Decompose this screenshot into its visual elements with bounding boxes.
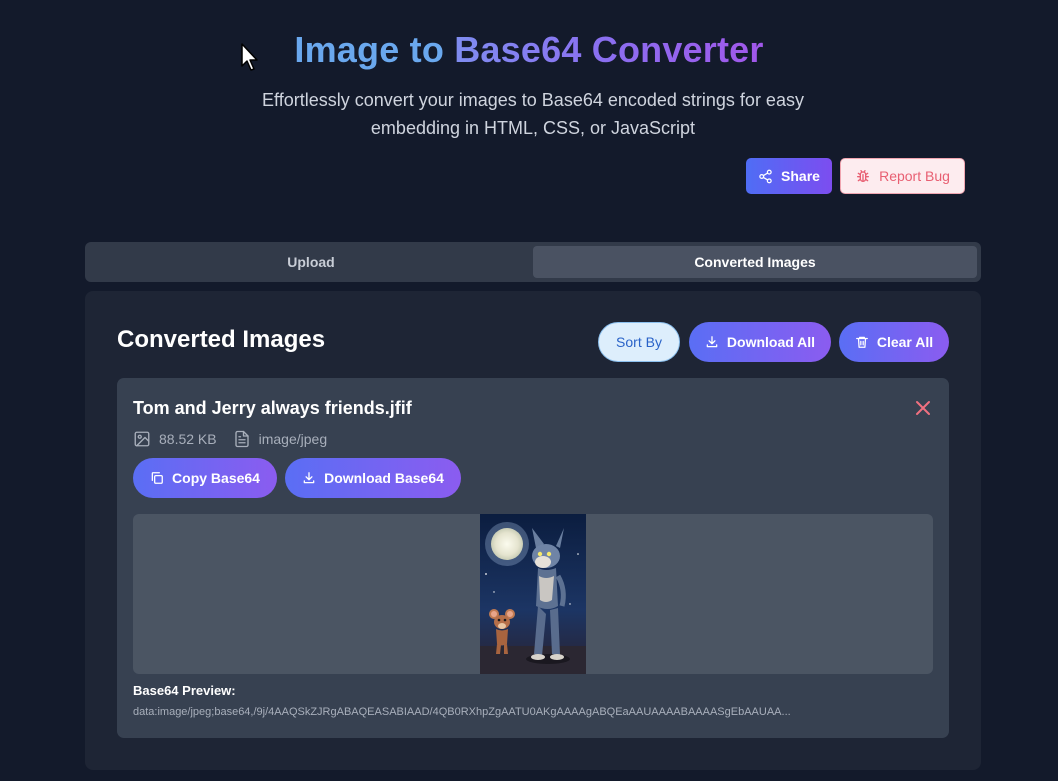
sort-by-button[interactable]: Sort By (598, 322, 680, 362)
title-part1: Image to (294, 29, 445, 70)
image-size: 88.52 KB (159, 431, 217, 447)
image-thumbnail (480, 514, 586, 674)
share-label: Share (781, 168, 820, 184)
page-title: Image to Base64 Converter (0, 28, 1058, 72)
bug-icon (857, 170, 870, 182)
image-icon (134, 431, 150, 447)
share-icon (759, 169, 772, 183)
download-all-label: Download All (726, 334, 816, 350)
image-card: Tom and Jerry always friends.jfif 88.52 … (117, 378, 949, 738)
report-bug-label: Report Bug (879, 168, 950, 184)
file-icon (234, 430, 249, 448)
image-mime: image/jpeg (258, 431, 328, 447)
download-all-button[interactable]: Download All (689, 322, 831, 362)
title-part2: Base64 Converter (454, 29, 764, 70)
report-bug-button[interactable]: Report Bug (840, 158, 965, 194)
download-base64-button[interactable]: Download Base64 (285, 458, 461, 498)
converted-images-panel: Converted Images Sort By Download All Cl… (85, 291, 981, 770)
copy-base64-label: Copy Base64 (172, 470, 260, 486)
close-icon[interactable] (915, 400, 931, 416)
share-button[interactable]: Share (746, 158, 832, 194)
page-subtitle: Effortlessly convert your images to Base… (262, 90, 804, 138)
clear-all-button[interactable]: Clear All (839, 322, 949, 362)
image-preview (133, 514, 933, 674)
tab-upload[interactable]: Upload (89, 246, 533, 278)
trash-icon (855, 336, 868, 348)
download-icon (303, 472, 315, 484)
copy-icon (151, 472, 163, 484)
clear-all-label: Clear All (876, 334, 934, 350)
download-icon (706, 336, 718, 348)
base64-preview-label: Base64 Preview: (133, 683, 236, 698)
sort-by-label: Sort By (616, 334, 662, 350)
image-filename: Tom and Jerry always friends.jfif (133, 398, 412, 418)
base64-preview-text: data:image/jpeg;base64,/9j/4AAQSkZJRgABA… (133, 706, 791, 718)
panel-title: Converted Images (117, 326, 326, 353)
tab-converted-images[interactable]: Converted Images (533, 246, 977, 278)
download-base64-label: Download Base64 (324, 470, 444, 486)
copy-base64-button[interactable]: Copy Base64 (133, 458, 277, 498)
image-meta: 88.52 KB image/jpeg (133, 430, 343, 448)
tab-bar: Upload Converted Images (85, 242, 981, 282)
